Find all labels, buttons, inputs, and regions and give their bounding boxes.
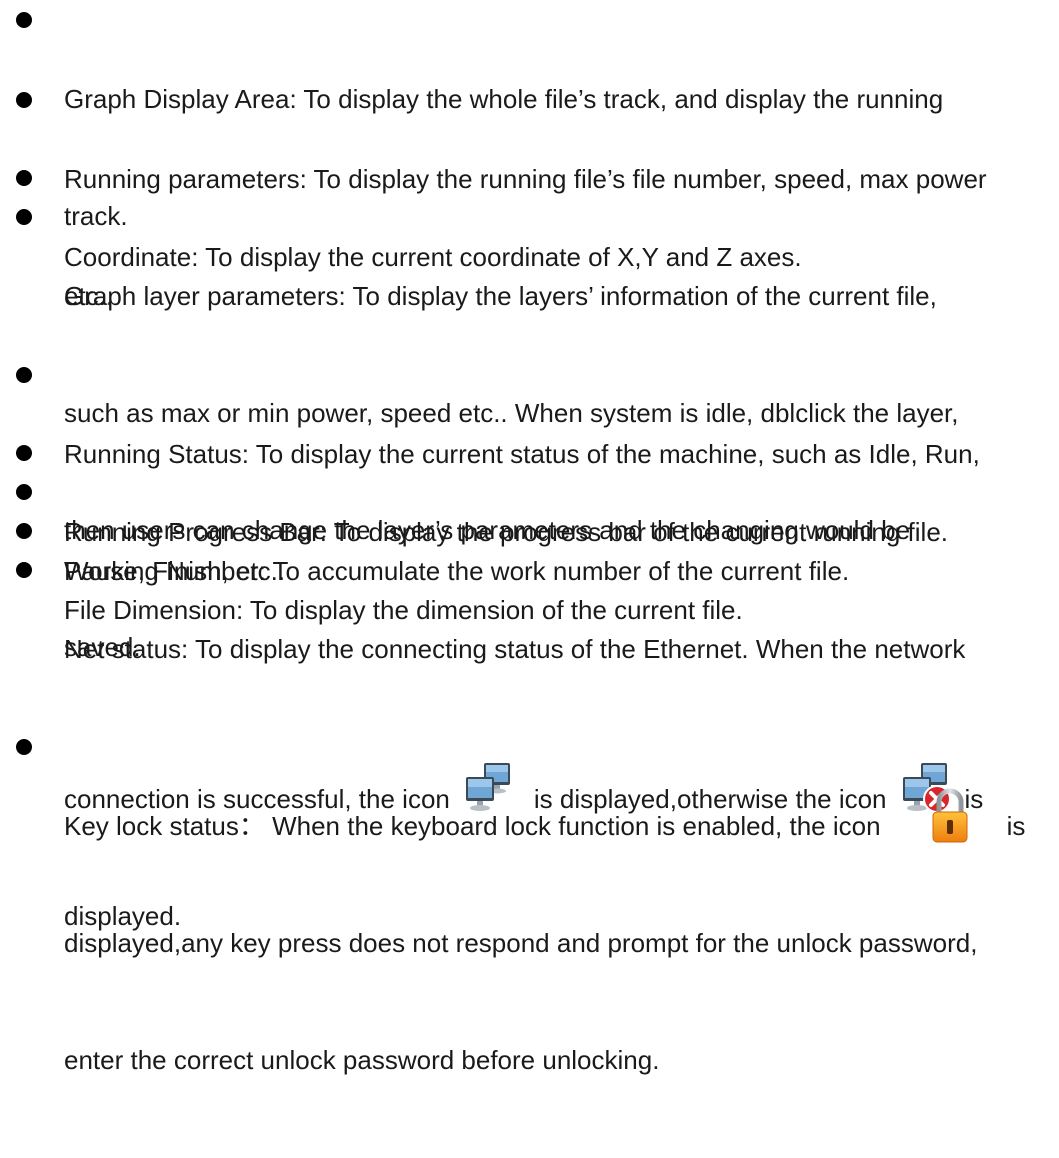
bullet-icon [16, 739, 32, 755]
bullet-icon [16, 484, 32, 500]
bullet-icon [16, 562, 32, 578]
document-page: Graph Display Area: To display the whole… [0, 0, 1059, 1075]
bullet-icon [16, 12, 32, 28]
list-item-text: Graph layer parameters: To display the l… [64, 281, 937, 311]
bullet-icon [16, 367, 32, 383]
bullet-icon [16, 523, 32, 539]
list-item-text: enter the correct unlock password before… [64, 1045, 660, 1075]
bullet-icon [16, 445, 32, 461]
list-item-text: Net status: To display the connecting st… [64, 634, 966, 664]
keyboard-lock-icon [931, 786, 969, 846]
list-item-text: Key lock status： When the keyboard lock … [64, 811, 881, 841]
list-item-text: is [1006, 811, 1026, 841]
bullet-icon [16, 92, 32, 108]
bullet-icon [16, 170, 32, 186]
list-item-text: displayed,any key press does not respond… [64, 928, 978, 958]
bullet-icon [16, 209, 32, 225]
